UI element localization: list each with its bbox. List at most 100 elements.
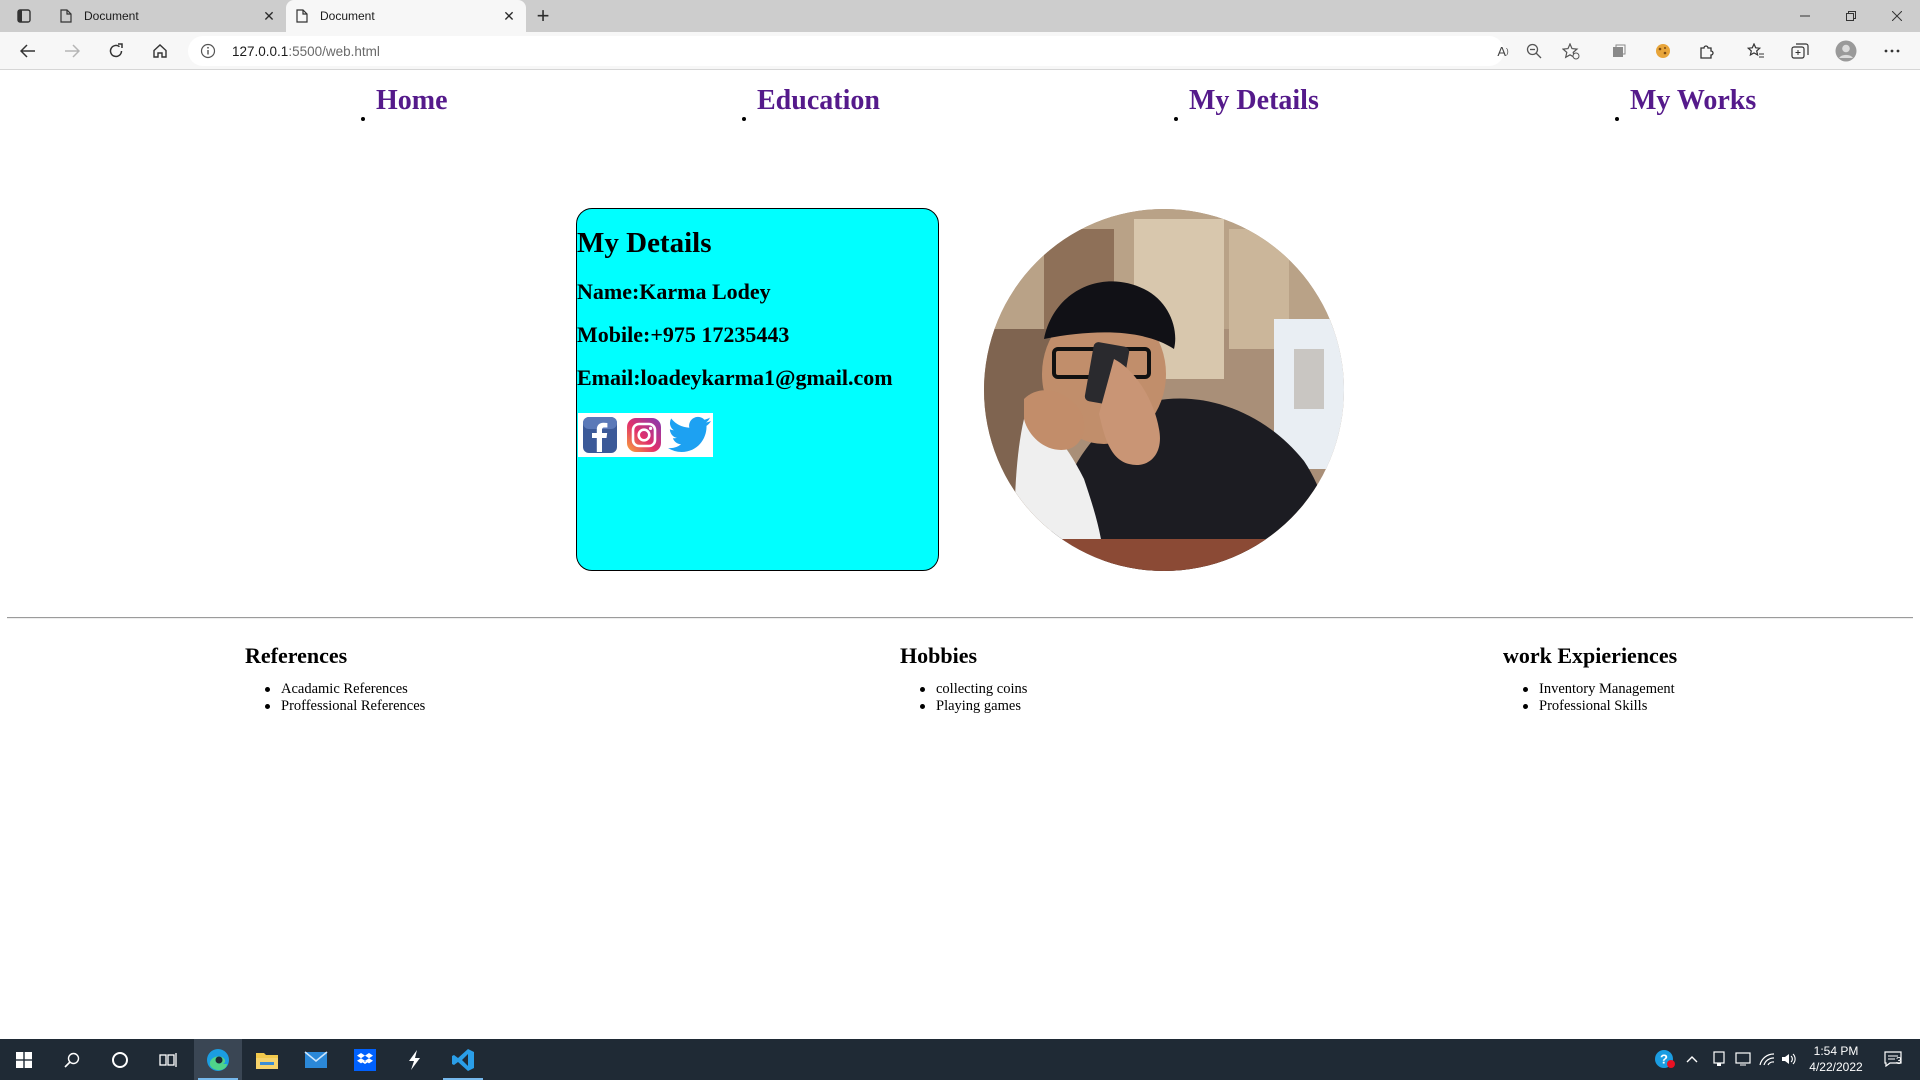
- list-item: Inventory Management: [1522, 681, 1677, 698]
- show-hidden-icons-button[interactable]: [1684, 1049, 1700, 1069]
- windows-logo-icon: [16, 1051, 32, 1068]
- task-view-icon: [159, 1052, 177, 1067]
- new-tab-button[interactable]: +: [530, 3, 556, 29]
- minimize-button[interactable]: [1782, 0, 1828, 32]
- wifi-icon: [1759, 1053, 1775, 1066]
- close-tab-icon[interactable]: ✕: [500, 7, 518, 25]
- profile-button[interactable]: [1832, 38, 1860, 64]
- start-button[interactable]: [0, 1039, 48, 1080]
- extensions-button[interactable]: [1693, 38, 1721, 64]
- help-tray-button[interactable]: ?: [1654, 1049, 1676, 1069]
- bullet: [742, 117, 746, 121]
- device-icon: [1713, 1051, 1725, 1066]
- hobbies-section: Hobbies collecting coins Playing games: [900, 643, 1027, 715]
- url-path: :5500/web.html: [288, 44, 380, 59]
- clock[interactable]: 1:54 PM 4/22/2022: [1796, 1043, 1876, 1075]
- cortana-circle-icon: [112, 1051, 128, 1068]
- bullet: [1174, 117, 1178, 121]
- puzzle-icon: [1700, 45, 1714, 59]
- tab-bar: Document ✕ Document ✕ +: [0, 0, 1920, 32]
- favorites-list-icon: [1747, 43, 1764, 58]
- name-text: Name:Karma Lodey: [577, 279, 771, 304]
- zoom-out-button[interactable]: [1520, 38, 1548, 64]
- person-photo-image: [984, 209, 1344, 571]
- task-view-button[interactable]: [144, 1039, 192, 1080]
- dropbox-icon: [354, 1048, 376, 1071]
- work-experience-section: work Expieriences Inventory Management P…: [1503, 643, 1677, 715]
- avatar-icon: [1835, 40, 1857, 62]
- tab-title: Document: [320, 9, 375, 23]
- tab-document-1[interactable]: Document ✕: [50, 0, 286, 32]
- restore-button[interactable]: [1828, 0, 1874, 32]
- list-item: Playing games: [919, 698, 1027, 715]
- hobbies-list: collecting coins Playing games: [900, 681, 1027, 715]
- list-item: Professional Skills: [1522, 698, 1677, 715]
- nav-link-my-works[interactable]: My Works: [1630, 85, 1756, 117]
- email-text: Email:loadeykarma1@gmail.com: [577, 365, 893, 390]
- url-text[interactable]: 127.0.0.1:5500/web.html: [232, 44, 380, 59]
- taskbar-dropbox[interactable]: [341, 1039, 389, 1080]
- mobile-text: Mobile:+975 17235443: [577, 322, 790, 347]
- zoom-out-icon: [1526, 43, 1542, 59]
- nav-link-home[interactable]: Home: [376, 85, 448, 117]
- read-aloud-icon[interactable]: A): [1492, 41, 1514, 61]
- back-arrow-icon: [20, 44, 35, 58]
- favorites-button[interactable]: [1742, 38, 1770, 64]
- clock-date: 4/22/2022: [1809, 1060, 1863, 1074]
- action-center-button[interactable]: 3: [1880, 1049, 1906, 1069]
- taskbar-edge-app[interactable]: [194, 1039, 242, 1080]
- display-icon: [1735, 1052, 1751, 1066]
- back-button[interactable]: [14, 38, 42, 64]
- home-button[interactable]: [146, 38, 174, 64]
- twitter-icon[interactable]: [667, 415, 713, 455]
- taskbar-app-bolt[interactable]: [390, 1039, 438, 1080]
- nav-link-my-details[interactable]: My Details: [1189, 85, 1319, 117]
- mail-icon: [304, 1050, 328, 1068]
- page-icon: [60, 9, 72, 23]
- tab-actions-button[interactable]: [10, 5, 38, 27]
- add-favorite-button[interactable]: [1557, 38, 1585, 64]
- tab-document-2[interactable]: Document ✕: [286, 0, 526, 32]
- list-item: collecting coins: [919, 681, 1028, 697]
- tab-actions-icon: [17, 9, 31, 23]
- extension-button-1[interactable]: [1605, 38, 1633, 64]
- collections-stack-icon: [1613, 44, 1626, 57]
- collections-button[interactable]: [1786, 38, 1814, 64]
- nav-link-education[interactable]: Education: [757, 85, 880, 117]
- search-button[interactable]: [48, 1039, 96, 1080]
- browser-toolbar: 127.0.0.1:5500/web.html A): [0, 32, 1920, 70]
- cortana-button[interactable]: [96, 1039, 144, 1080]
- search-icon: [64, 1052, 80, 1068]
- tray-device-button[interactable]: [1708, 1049, 1730, 1069]
- taskbar-file-explorer[interactable]: [243, 1039, 291, 1080]
- page-icon: [296, 9, 308, 23]
- hobbies-title: Hobbies: [900, 643, 978, 668]
- svg-text:?: ?: [1660, 1052, 1668, 1067]
- clock-time: 1:54 PM: [1813, 1044, 1859, 1058]
- vscode-icon: [452, 1048, 474, 1071]
- info-icon[interactable]: [200, 43, 216, 59]
- close-tab-icon[interactable]: ✕: [260, 7, 278, 25]
- network-button[interactable]: [1756, 1049, 1778, 1069]
- star-add-icon: [1562, 42, 1580, 59]
- cookie-icon: [1656, 44, 1670, 58]
- forward-button[interactable]: [58, 38, 86, 64]
- settings-more-button[interactable]: [1878, 38, 1906, 64]
- close-window-button[interactable]: [1874, 0, 1920, 32]
- instagram-icon[interactable]: [626, 417, 662, 453]
- facebook-icon[interactable]: [582, 416, 618, 454]
- edge-icon: [207, 1048, 229, 1071]
- help-icon: ?: [1655, 1050, 1675, 1068]
- tray-display-button[interactable]: [1732, 1049, 1754, 1069]
- work-experience-title: work Expieriences: [1503, 643, 1678, 668]
- address-bar[interactable]: 127.0.0.1:5500/web.html A): [188, 36, 1509, 66]
- web-page: Home Education My Details My Works My De…: [0, 71, 1920, 1039]
- extension-button-2[interactable]: [1649, 38, 1677, 64]
- work-experience-list: Inventory Management Professional Skills: [1503, 681, 1677, 715]
- refresh-button[interactable]: [102, 38, 130, 64]
- notification-count: 3: [1896, 1056, 1902, 1067]
- taskbar-vscode[interactable]: [439, 1039, 487, 1080]
- restore-icon: [1846, 11, 1856, 21]
- speaker-icon: [1782, 1053, 1796, 1065]
- taskbar-mail[interactable]: [292, 1039, 340, 1080]
